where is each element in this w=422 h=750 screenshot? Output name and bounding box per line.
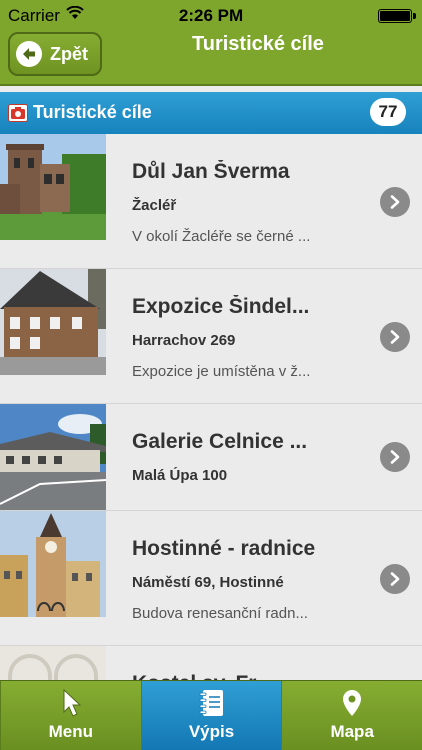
church-interior-photo [0, 646, 106, 680]
list-item[interactable]: Důl Jan Šverma Žacléř V okolí Žacléře se… [0, 134, 422, 269]
tab-menu[interactable]: Menu [0, 681, 141, 750]
cursor-arrow-icon [63, 688, 82, 717]
section-header: Turistické cíle 77 [0, 92, 422, 134]
places-list[interactable]: Důl Jan Šverma Žacléř V okolí Žacléře se… [0, 134, 422, 680]
item-place: Malá Úpa 100 [132, 467, 228, 484]
camera-icon [8, 104, 28, 122]
item-name: Expozice Šindel... [132, 295, 310, 318]
status-time: 2:26 PM [178, 6, 244, 25]
mine-building-photo [0, 134, 106, 240]
tab-mapa[interactable]: Mapa [281, 681, 422, 750]
item-place: Náměstí 69, Hostinné [132, 574, 284, 591]
back-button[interactable]: Zpět [8, 32, 102, 76]
item-name: Důl Jan Šverma [132, 160, 290, 183]
back-button-label: Zpět [50, 43, 88, 64]
count-badge: 77 [370, 98, 406, 126]
page-title: Turistické cíle [192, 33, 324, 55]
item-name: Hostinné - radnice [132, 537, 316, 560]
item-place: Žacléř [132, 197, 177, 214]
navigation-bar: Zpět Turistické cíle [0, 30, 422, 86]
notebook-icon [199, 690, 223, 716]
list-item[interactable]: Kostel sv. Fr... [0, 646, 422, 680]
chevron-right-icon[interactable] [380, 564, 410, 594]
chevron-right-icon[interactable] [380, 322, 410, 352]
item-place: Harrachov 269 [132, 332, 236, 349]
back-arrow-icon [16, 41, 42, 67]
gallery-building-photo [0, 404, 106, 510]
tab-vypis[interactable]: Výpis [140, 681, 282, 750]
status-bar: Carrier 2:26 PM [0, 0, 422, 30]
section-title: Turistické cíle [33, 102, 152, 122]
list-item[interactable]: Expozice Šindel... Harrachov 269 Expozic… [0, 269, 422, 404]
tab-bar: Menu Výpis Mapa [0, 680, 422, 750]
item-description: Expozice je umístěna v ž... [132, 363, 311, 380]
item-name: Kostel sv. Fr... [132, 672, 362, 680]
chevron-right-icon[interactable] [380, 187, 410, 217]
list-item[interactable]: Galerie Celnice ... Malá Úpa 100 [0, 404, 422, 511]
item-description: Budova renesanční radn... [132, 605, 308, 622]
town-hall-photo [0, 511, 106, 617]
tab-mapa-label: Mapa [330, 722, 374, 741]
battery-icon [378, 9, 416, 23]
wooden-house-photo [0, 269, 106, 375]
item-description: V okolí Žacléře se černé ... [132, 228, 311, 245]
list-item[interactable]: Hostinné - radnice Náměstí 69, Hostinné … [0, 511, 422, 646]
map-pin-icon [343, 690, 362, 716]
chevron-right-icon[interactable] [380, 442, 410, 472]
item-name: Galerie Celnice ... [132, 430, 308, 453]
tab-menu-label: Menu [48, 722, 94, 741]
tab-vypis-label: Výpis [188, 722, 235, 741]
